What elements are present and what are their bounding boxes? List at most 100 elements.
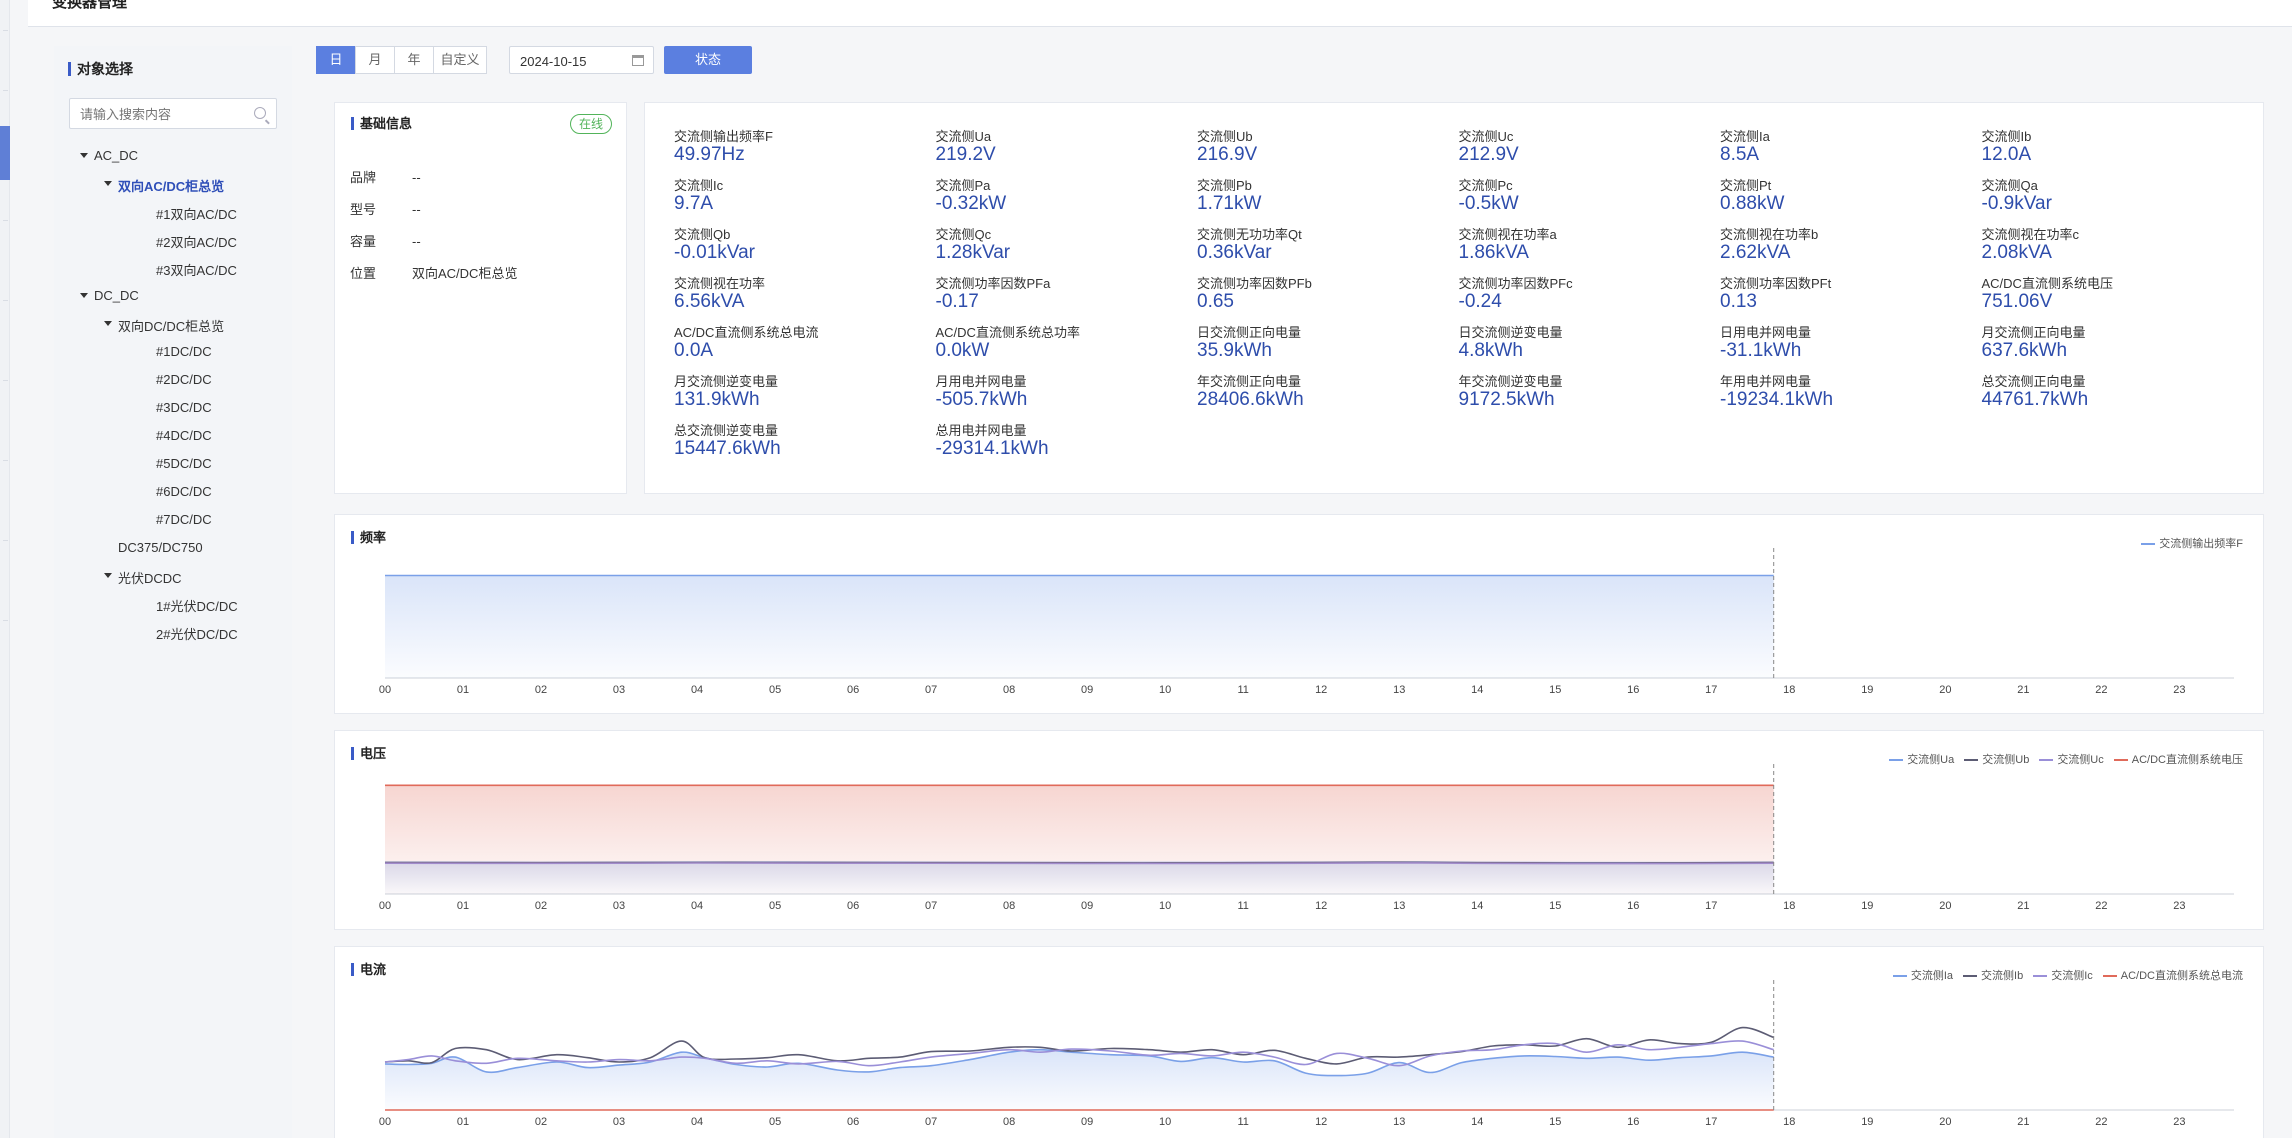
legend-item[interactable]: 交流侧Ib xyxy=(1963,967,2023,983)
caret-down-icon[interactable] xyxy=(80,293,88,298)
metric-label: 交流侧视在功率a xyxy=(1458,227,1557,242)
tree-node[interactable]: #4DC/DC xyxy=(156,428,212,443)
legend-label: 交流侧Ua xyxy=(1907,754,1955,766)
x-tick-label: 10 xyxy=(1159,900,1171,912)
legend-item[interactable]: 交流侧输出频率F xyxy=(2141,535,2243,551)
legend-item[interactable]: 交流侧Ia xyxy=(1892,967,1953,983)
metric-value: 2.62kVA xyxy=(1720,242,1791,263)
x-tick-label: 15 xyxy=(1549,900,1561,912)
info-key: 容量 xyxy=(350,234,377,249)
x-tick-label: 00 xyxy=(379,900,391,912)
metric-value: 131.9kWh xyxy=(674,389,760,410)
metric-item: 交流侧Ia 8.5A xyxy=(1720,129,1970,166)
tree-node-label: #1双向AC/DC xyxy=(156,207,237,222)
metric-value: 12.0A xyxy=(1981,144,2032,165)
tree-node[interactable]: 双向AC/DC柜总览 xyxy=(104,176,224,195)
tree-node[interactable]: 2#光伏DC/DC xyxy=(156,624,238,643)
tree-node[interactable]: #2DC/DC xyxy=(156,372,212,387)
caret-down-icon[interactable] xyxy=(104,321,112,326)
metric-value: -19234.1kWh xyxy=(1720,389,1834,410)
tree-node-label: #2双向AC/DC xyxy=(156,235,237,250)
x-tick-label: 02 xyxy=(535,684,547,696)
period-tab[interactable]: 月 xyxy=(355,46,395,74)
tree-node[interactable]: 光伏DCDC xyxy=(104,568,182,587)
caret-down-icon[interactable] xyxy=(80,153,88,158)
metric-label: AC/DC直流侧系统总功率 xyxy=(935,325,1080,340)
metric-label: 月交流侧正向电量 xyxy=(1981,325,2086,340)
x-tick-label: 12 xyxy=(1315,1116,1327,1128)
legend-label: 交流侧Ib xyxy=(1981,970,2024,982)
info-value: -- xyxy=(412,170,421,185)
caret-down-icon[interactable] xyxy=(104,181,112,186)
metric-label: 交流侧功率因数PFb xyxy=(1197,276,1312,291)
metric-label: 总交流侧正向电量 xyxy=(1981,374,2086,389)
metric-value: -0.9kVar xyxy=(1981,193,2052,214)
tree-node[interactable]: #2双向AC/DC xyxy=(156,232,237,251)
tree-node[interactable]: AC_DC xyxy=(80,148,139,163)
legend-label: AC/DC直流侧系统总电流 xyxy=(2120,970,2243,982)
calendar-icon[interactable] xyxy=(632,55,644,66)
legend-item[interactable]: 交流侧Ic xyxy=(2033,967,2093,983)
tree-node[interactable]: #3双向AC/DC xyxy=(156,260,237,279)
status-button[interactable]: 状态 xyxy=(664,46,752,74)
metric-label: 交流侧功率因数PFt xyxy=(1720,276,1832,291)
tree-node-label: AC_DC xyxy=(94,148,139,163)
caret-down-icon[interactable] xyxy=(104,573,112,578)
legend-item[interactable]: 交流侧Ub xyxy=(1964,751,2029,767)
tree-node-label: #1DC/DC xyxy=(156,344,212,359)
search-box[interactable] xyxy=(69,98,277,129)
search-icon[interactable] xyxy=(254,107,266,119)
tree-node[interactable]: 双向DC/DC柜总览 xyxy=(104,316,225,335)
x-tick-label: 22 xyxy=(2095,684,2107,696)
metric-item: 交流侧Ua 219.2V xyxy=(936,129,1186,166)
x-tick-label: 22 xyxy=(2095,1116,2107,1128)
tree-node[interactable]: 1#光伏DC/DC xyxy=(156,596,238,615)
tree-node[interactable]: DC375/DC750 xyxy=(118,540,203,555)
metric-item: 总交流侧逆变电量 15447.6kWh xyxy=(674,423,924,460)
left-nav-active-marker[interactable] xyxy=(0,126,10,180)
page-title: 变换器管理 xyxy=(52,0,128,11)
metric-value: 0.0kW xyxy=(935,340,990,361)
date-picker[interactable]: 2024-10-15 xyxy=(509,46,654,74)
x-tick-label: 10 xyxy=(1159,684,1171,696)
tree-node-label: 双向DC/DC柜总览 xyxy=(118,319,225,334)
x-tick-label: 13 xyxy=(1393,900,1405,912)
tree-node[interactable]: #1DC/DC xyxy=(156,344,212,359)
metric-value: 9172.5kWh xyxy=(1458,389,1555,410)
metric-value: 44761.7kWh xyxy=(1981,389,2089,410)
metric-label: 交流侧视在功率c xyxy=(1981,227,2080,242)
tree-node[interactable]: #3DC/DC xyxy=(156,400,212,415)
x-tick-label: 01 xyxy=(457,1116,469,1128)
tree-node[interactable]: #5DC/DC xyxy=(156,456,212,471)
metric-item: AC/DC直流侧系统总电流 0.0A xyxy=(674,325,924,362)
tree-node[interactable]: #6DC/DC xyxy=(156,484,212,499)
legend-label: 交流侧输出频率F xyxy=(2159,538,2243,550)
legend-item[interactable]: AC/DC直流侧系统电压 xyxy=(2113,751,2243,767)
period-tab[interactable]: 年 xyxy=(394,46,434,74)
basic-info-card: 基础信息 在线 品牌 -- 型号 -- 容量 -- 位置 双向AC/DC柜总览 xyxy=(334,102,627,494)
metric-label: 交流侧Ub xyxy=(1197,129,1253,144)
tree-node[interactable]: #7DC/DC xyxy=(156,512,212,527)
period-tab[interactable]: 日 xyxy=(316,46,356,74)
tree-node[interactable]: DC_DC xyxy=(80,288,139,303)
metric-value: 637.6kWh xyxy=(1981,340,2068,361)
metric-label: 年交流侧正向电量 xyxy=(1197,374,1302,389)
legend-swatch xyxy=(1964,759,1979,762)
legend-swatch xyxy=(2113,759,2128,762)
period-tab[interactable]: 自定义 xyxy=(433,46,487,74)
metric-item: AC/DC直流侧系统电压 751.06V xyxy=(1982,276,2232,313)
metric-item: 总交流侧正向电量 44761.7kWh xyxy=(1982,374,2232,411)
metric-label: 交流侧Qa xyxy=(1981,178,2038,193)
metric-item: 交流侧功率因数PFb 0.65 xyxy=(1197,276,1447,313)
legend-item[interactable]: 交流侧Ua xyxy=(1889,751,1954,767)
tree-node-label: 1#光伏DC/DC xyxy=(156,599,238,614)
info-key: 位置 xyxy=(350,266,377,281)
legend-item[interactable]: 交流侧Uc xyxy=(2039,751,2104,767)
search-input[interactable] xyxy=(80,105,250,123)
legend-item[interactable]: AC/DC直流侧系统总电流 xyxy=(2102,967,2243,983)
x-tick-label: 23 xyxy=(2173,684,2185,696)
x-tick-label: 17 xyxy=(1705,900,1717,912)
legend-swatch xyxy=(2141,543,2156,546)
tree-node[interactable]: #1双向AC/DC xyxy=(156,204,237,223)
left-nav-divider xyxy=(3,30,8,31)
